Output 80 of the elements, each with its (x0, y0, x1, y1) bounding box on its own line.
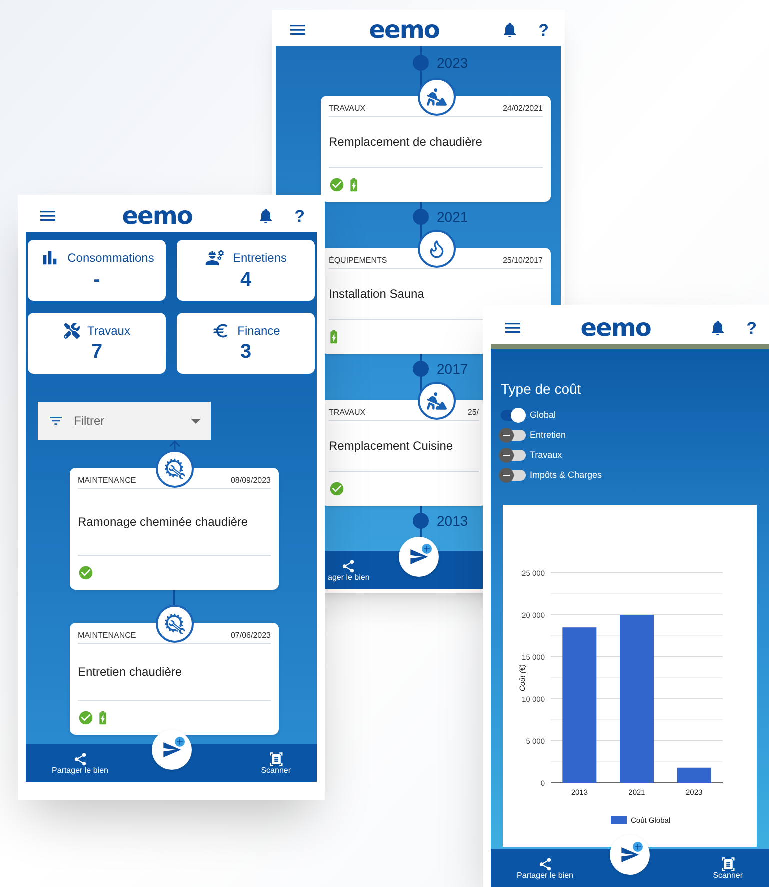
send-icon (408, 547, 428, 567)
chart-bar (677, 768, 712, 783)
card-title: Remplacement de chaudière (329, 134, 482, 151)
card-category: TRAVAUX (329, 103, 366, 115)
tile-value: - (94, 268, 100, 293)
toggle-label: Impôts & Charges (530, 468, 602, 482)
euro-icon (212, 322, 230, 340)
scanner-icon (268, 752, 284, 766)
scanner-button[interactable]: Scanner (261, 752, 291, 774)
person-digging-icon (427, 391, 447, 411)
help-button[interactable]: ? (294, 208, 305, 224)
share-button[interactable]: ager le bien (328, 558, 370, 582)
send-icon (620, 845, 640, 865)
year-label: 2021 (437, 208, 468, 226)
legend-swatch (611, 816, 627, 824)
send-icon (162, 740, 182, 760)
stat-tile[interactable]: Travaux 7 (28, 313, 166, 374)
wrench-gear-icon (164, 613, 186, 635)
person-digging-icon (427, 87, 447, 107)
card-title: Ramonage cheminée chaudière (78, 514, 248, 531)
card-category: MAINTENANCE (78, 630, 136, 642)
send-fab[interactable] (152, 730, 192, 770)
toggle-switch[interactable] (501, 430, 526, 441)
card-title: Remplacement Cuisine (329, 438, 454, 455)
tile-value: 4 (240, 268, 252, 293)
share-button[interactable]: Partager le bien (517, 856, 574, 880)
tile-value: 7 (91, 340, 103, 365)
help-button[interactable]: ? (746, 320, 757, 336)
toggle-label: Global (530, 408, 556, 422)
send-fab[interactable] (610, 835, 650, 875)
filter-placeholder: Filtrer (74, 413, 106, 430)
stat-tile[interactable]: Consommations - (28, 240, 166, 301)
card-date: 25/ (468, 407, 479, 419)
share-icon (72, 752, 88, 766)
scanner-button[interactable]: Scanner (713, 856, 743, 880)
app-logo: eemo (369, 18, 440, 42)
event-card[interactable]: MAINTENANCE 07/06/2023 Entretien chaudière (70, 623, 279, 735)
card-category: ÉQUIPEMENTS (329, 255, 388, 267)
plus-badge-icon (422, 544, 432, 554)
stat-tile[interactable]: Entretiens 4 (177, 240, 315, 301)
year-label: 2023 (437, 54, 468, 72)
tile-label: Finance (238, 323, 280, 340)
wrench-gear-icon (164, 458, 186, 480)
card-category: MAINTENANCE (78, 475, 136, 487)
year-label: 2013 (437, 512, 468, 530)
tile-label: Consommations (68, 250, 154, 267)
share-icon (538, 856, 553, 872)
toggle-switch[interactable] (501, 410, 526, 421)
stat-tile[interactable]: Finance 3 (177, 313, 315, 374)
app-logo: eemo (580, 316, 651, 340)
caret-icon (191, 418, 201, 424)
card-date: 25/10/2017 (502, 255, 543, 267)
worker-gear-icon (204, 248, 225, 268)
card-date: 07/06/2023 (230, 630, 271, 642)
tile-label: Travaux (88, 323, 130, 340)
plus-badge-icon (633, 842, 643, 852)
scanner-icon (720, 856, 736, 872)
tools-icon (64, 323, 80, 339)
plus-badge-icon (174, 737, 184, 747)
share-button[interactable]: Partager le bien (52, 752, 108, 774)
tile-value: 3 (240, 340, 252, 365)
card-title: Installation Sauna (329, 286, 424, 303)
send-fab[interactable] (398, 537, 438, 577)
filter-dropdown[interactable]: Filtrer (38, 402, 211, 440)
card-category: TRAVAUX (329, 407, 366, 419)
toggle-switch[interactable] (501, 470, 526, 481)
event-card[interactable]: TRAVAUX 24/02/2021 Remplacement de chaudière (321, 96, 551, 202)
card-date: 24/02/2021 (502, 103, 543, 115)
toggle-switch[interactable] (501, 450, 526, 461)
section-title: Type de coût (501, 380, 582, 399)
help-button[interactable]: ? (538, 22, 549, 38)
event-card[interactable]: MAINTENANCE 08/09/2023 Ramonage cheminée chaudière (70, 468, 279, 590)
card-title: Entretien chaudière (78, 664, 182, 681)
year-label: 2017 (437, 360, 468, 378)
app-logo: eemo (122, 204, 192, 228)
tile-label: Entretiens (232, 250, 288, 267)
card-date: 08/09/2023 (230, 475, 271, 487)
toggle-label: Travaux (530, 448, 562, 462)
toggle-label: Entretien (530, 428, 566, 442)
share-icon (341, 558, 356, 574)
